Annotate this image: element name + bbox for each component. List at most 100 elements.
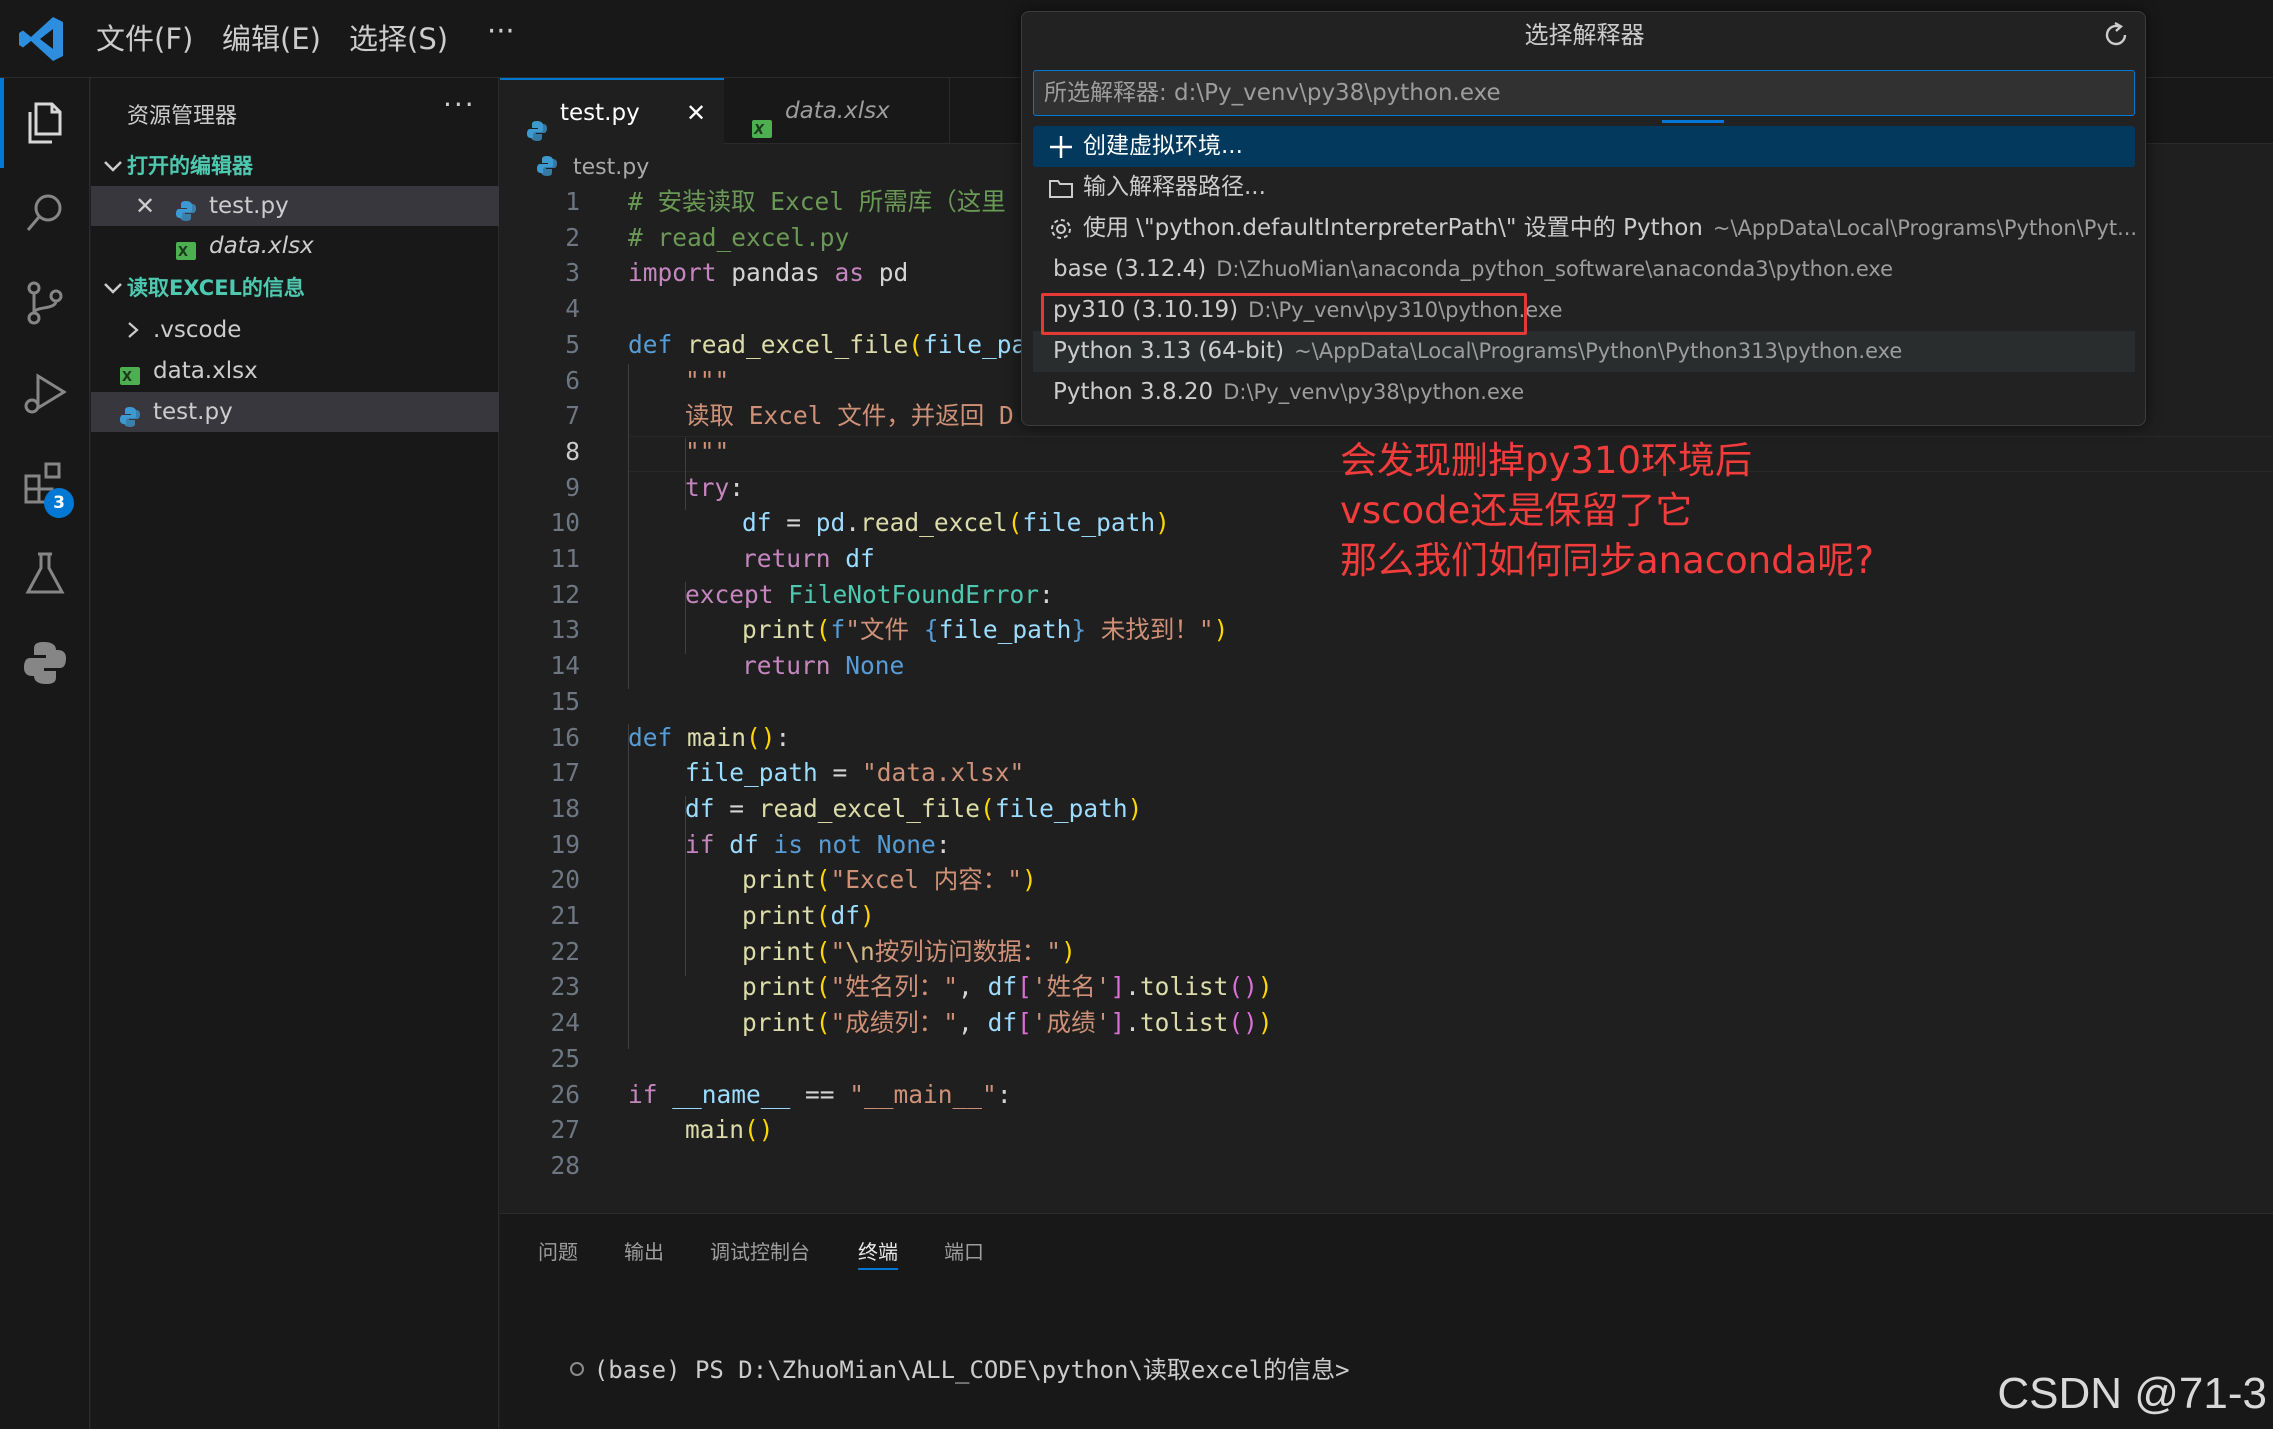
code-line: 23 print("姓名列：", df['姓名'].tolist()) — [550, 972, 1273, 1002]
terminal-output[interactable]: (base) PS D:\ZhuoMian\ALL_CODE\python\读取… — [512, 1322, 1350, 1413]
source-control-activity[interactable] — [0, 258, 90, 348]
code-line: 27 main() — [550, 1115, 774, 1145]
refresh-icon[interactable] — [2101, 20, 2131, 50]
menu-file[interactable]: 文件(F) — [96, 20, 193, 58]
py310-highlight-box — [1041, 293, 1527, 335]
close-icon[interactable]: ✕ — [135, 186, 155, 226]
code-line: 25 — [550, 1043, 580, 1073]
watermark: CSDN @71-3 — [1997, 1369, 2267, 1418]
menu-edit[interactable]: 编辑(E) — [222, 20, 321, 58]
chevron-right-icon — [128, 322, 139, 338]
code-line: 15 — [550, 686, 580, 716]
sidebar-title: 资源管理器 — [127, 104, 238, 129]
tab-terminal[interactable]: 终端 — [858, 1234, 898, 1270]
python-file-icon — [537, 156, 557, 176]
enter-interpreter-path-item[interactable]: 输入解释器路径... — [1033, 167, 2135, 208]
vscode-logo-icon — [19, 17, 63, 61]
code-line: 20 print("Excel 内容：") — [550, 865, 1037, 895]
open-editors-label: 打开的编辑器 — [127, 154, 253, 178]
create-venv-item[interactable]: 创建虚拟环境... — [1033, 126, 2135, 167]
python-icon — [24, 642, 66, 684]
folder-icon — [1049, 179, 1073, 198]
code-line: 26 if __name__ == "__main__": — [550, 1079, 1012, 1109]
code-line: 16 def main(): — [550, 722, 791, 752]
search-icon — [26, 194, 62, 231]
plus-icon — [1050, 135, 1072, 158]
open-editor-test-py[interactable]: ✕ test.py — [91, 186, 499, 226]
terminal-circle-icon — [569, 1362, 584, 1376]
annotation-line-3: 那么我们如何同步anaconda呢? — [1340, 539, 1875, 582]
testing-activity[interactable] — [0, 528, 90, 618]
gear-icon — [1051, 218, 1071, 239]
breadcrumb[interactable]: test.py — [536, 150, 649, 186]
sidebar-more-button[interactable]: ··· — [443, 88, 476, 121]
run-debug-activity[interactable] — [0, 348, 90, 438]
source-control-icon — [27, 281, 63, 325]
excel-file-icon: X — [119, 360, 141, 385]
svg-text:X: X — [122, 370, 132, 385]
tree-item-data-xlsx[interactable]: X data.xlsx — [91, 351, 499, 391]
menu-more[interactable]: ··· — [487, 12, 515, 50]
tree-item-label: .vscode — [153, 317, 242, 343]
python-file-icon — [526, 102, 548, 141]
tab-ports[interactable]: 端口 — [944, 1234, 984, 1270]
code-line: 14 return None — [550, 651, 905, 681]
code-line: 13 print(f"文件 {file_path} 未找到！") — [550, 615, 1229, 645]
tree-item-test-py[interactable]: test.py — [91, 392, 499, 432]
code-line: 28 — [550, 1150, 580, 1180]
annotation-line-1: 会发现删掉py310环境后 — [1340, 439, 1753, 482]
annotation-line-2: vscode还是保留了它 — [1340, 489, 1693, 532]
active-indicator — [0, 78, 4, 168]
interpreter-search-input[interactable]: 所选解释器: d:\Py_venv\py38\python.exe — [1033, 70, 2135, 116]
open-editor-label: data.xlsx — [209, 233, 314, 259]
interpreter-quick-pick: 选择解释器 所选解释器: d:\Py_venv\py38\python.exe … — [1021, 11, 2146, 426]
tree-item-vscode[interactable]: .vscode — [91, 310, 499, 350]
code-line: 17 file_path = "data.xlsx" — [550, 758, 1025, 788]
tab-label: data.xlsx — [785, 98, 890, 124]
tree-item-label: data.xlsx — [153, 358, 258, 384]
code-line: 19 if df is not None: — [550, 829, 951, 859]
default-interpreter-path-item[interactable]: 使用 \"python.defaultInterpreterPath\" 设置中… — [1033, 208, 2135, 249]
tab-output[interactable]: 输出 — [624, 1234, 664, 1270]
code-line: 22 print("\n按列访问数据：") — [550, 936, 1076, 966]
tab-problems[interactable]: 问题 — [538, 1234, 578, 1270]
explorer-activity[interactable] — [0, 78, 90, 168]
excel-file-icon: X — [175, 235, 197, 260]
open-editor-label: test.py — [209, 193, 289, 219]
python-file-icon — [119, 401, 141, 427]
code-line: 18 df = read_excel_file(file_path) — [550, 793, 1143, 823]
tab-data-xlsx[interactable]: X data.xlsx — [725, 78, 950, 144]
extensions-activity[interactable]: 3 — [0, 438, 90, 528]
tab-test-py[interactable]: test.py ✕ — [500, 78, 724, 144]
code-line: 24 print("成绩列：", df['成绩'].tolist()) — [550, 1008, 1273, 1038]
code-line: 21 print(df) — [550, 901, 875, 930]
excel-file-icon: X — [751, 100, 773, 138]
progress-bar — [1662, 120, 1724, 123]
project-folder-label: 读取EXCEL的信息 — [127, 276, 305, 300]
open-editor-data-xlsx[interactable]: X data.xlsx — [91, 226, 499, 266]
files-icon — [28, 102, 62, 144]
activity-bar: 3 — [0, 78, 90, 1429]
interpreter-item-python38[interactable]: Python 3.8.20 D:\Py_venv\py38\python.exe — [1033, 372, 2135, 413]
explorer-sidebar: 资源管理器 ··· 打开的编辑器 ✕ test.py X data.xlsx 读… — [91, 78, 499, 1429]
interpreter-item-base[interactable]: base (3.12.4) D:\ZhuoMian\anaconda_python… — [1033, 249, 2135, 290]
interpreter-item-python313[interactable]: Python 3.13 (64-bit) ~\AppData\Local\Prog… — [1033, 331, 2135, 372]
tree-item-label: test.py — [153, 399, 233, 425]
python-activity[interactable] — [0, 618, 90, 708]
terminal-prompt: (base) PS D:\ZhuoMian\ALL_CODE\python\读取… — [593, 1356, 1350, 1384]
run-debug-icon — [24, 373, 67, 414]
breadcrumb-file: test.py — [573, 155, 650, 180]
svg-text:X: X — [753, 123, 765, 138]
menu-select[interactable]: 选择(S) — [349, 20, 448, 58]
quick-pick-title: 选择解释器 — [1524, 21, 1645, 49]
chevron-down-icon — [104, 283, 122, 294]
svg-text:X: X — [178, 245, 188, 260]
search-activity[interactable] — [0, 168, 90, 258]
project-folder-header[interactable]: 读取EXCEL的信息 — [91, 268, 499, 308]
tab-debug-console[interactable]: 调试控制台 — [710, 1234, 810, 1270]
flask-icon — [25, 552, 65, 594]
tab-close-icon[interactable]: ✕ — [686, 80, 706, 146]
extensions-badge: 3 — [44, 488, 74, 518]
tab-label: test.py — [560, 100, 640, 126]
open-editors-header[interactable]: 打开的编辑器 — [91, 146, 499, 186]
